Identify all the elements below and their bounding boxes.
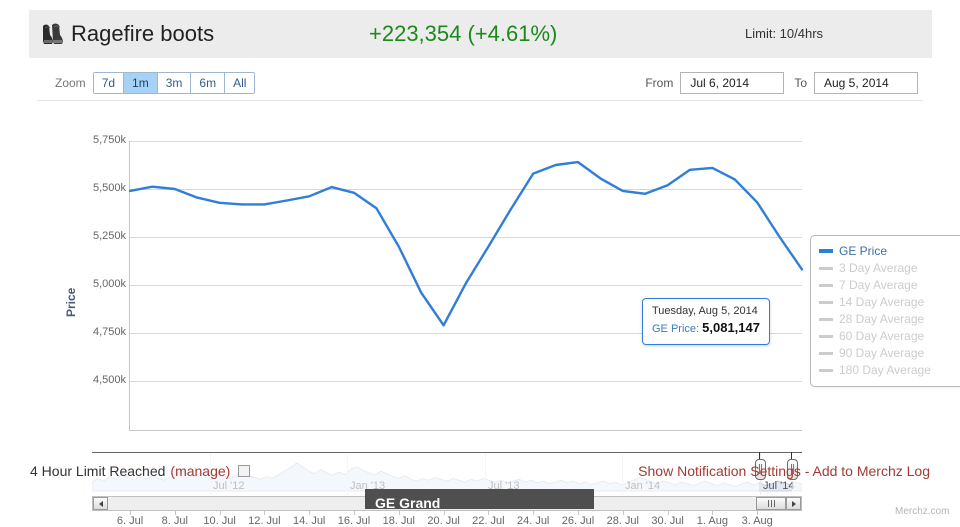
x-tick-label: 16. Jul (337, 515, 371, 527)
legend-swatch-icon (819, 300, 833, 304)
limit-status-text: 4 Hour Limit Reached (30, 463, 166, 479)
limit-status: 4 Hour Limit Reached (manage) (30, 463, 251, 479)
legend-label: 60 Day Average (839, 329, 925, 343)
legend-label: 3 Day Average (839, 261, 918, 275)
add-to-merchz-log-link[interactable]: Add to Merchz Log (812, 463, 930, 479)
x-tick-label: 20. Jul (427, 515, 460, 527)
legend-label: 14 Day Average (839, 295, 925, 309)
y-tick-label: 5,000k (92, 278, 126, 290)
manage-link[interactable]: (manage) (170, 463, 230, 479)
range-button-1m[interactable]: 1m (124, 73, 158, 93)
tooltip-series-label: GE Price: (652, 323, 700, 335)
to-label: To (794, 76, 807, 90)
plot-area[interactable]: 5,750k 5,500k 5,250k 5,000k 4,750k 4,500… (93, 134, 804, 527)
ge-price-chart-page: Ragefire boots +223,354 (+4.61%) Limit: … (0, 0, 960, 527)
footer-links: Show Notification Settings - Add to Merc… (638, 463, 930, 479)
y-tick-label: 4,500k (92, 374, 126, 386)
legend-item-ge-price[interactable]: GE Price (819, 243, 959, 259)
legend-swatch-icon (819, 351, 833, 355)
range-selector: Zoom 7d 1m 3m 6m All (55, 72, 256, 94)
legend-label: 90 Day Average (839, 346, 925, 360)
show-notification-settings-link[interactable]: Show Notification Settings (638, 463, 801, 479)
scroll-left-button[interactable] (93, 497, 108, 510)
limit-checkbox[interactable] (238, 465, 251, 477)
grip-icon (770, 500, 772, 507)
x-tick-label: 3. Aug (741, 515, 773, 527)
boots-icon (39, 19, 69, 49)
price-change: +223,354 (+4.61%) (369, 21, 558, 46)
legend-item-180-day-average[interactable]: 180 Day Average (819, 362, 959, 378)
x-tick-label: 8. Jul (161, 515, 188, 527)
y-tick-label: 5,500k (92, 182, 126, 194)
legend-swatch-icon (819, 368, 833, 372)
buy-limit-label: Limit: 10/4hrs (745, 26, 824, 41)
arrow-right-icon (791, 500, 796, 507)
header-divider (37, 100, 923, 101)
arrow-left-icon (98, 500, 103, 507)
x-tick-label: 1. Aug (696, 515, 728, 527)
item-header: Ragefire boots +223,354 (+4.61%) Limit: … (29, 10, 932, 58)
x-tick-label: 6. Jul (116, 515, 144, 527)
tooltip-value-row: GE Price: 5,081,147 (652, 319, 760, 338)
x-tick-label: 26. Jul (561, 515, 595, 527)
footer-separator: - (800, 463, 813, 479)
y-tick-label: 4,750k (92, 326, 126, 338)
bottom-toolbar: GE Grand (365, 489, 594, 509)
x-tick-label: 12. Jul (248, 515, 281, 527)
x-tick-label: 18. Jul (382, 515, 415, 527)
legend-label: 28 Day Average (839, 312, 925, 326)
chart-tooltip: Tuesday, Aug 5, 2014 GE Price: 5,081,147 (642, 298, 770, 345)
legend-item-90-day-average[interactable]: 90 Day Average (819, 345, 959, 361)
tooltip-value: 5,081,147 (702, 320, 760, 335)
scroll-right-button[interactable] (786, 497, 801, 510)
x-tick-label: 30. Jul (651, 515, 684, 527)
legend-swatch-icon (819, 266, 833, 270)
y-tick-label: 5,750k (92, 134, 126, 146)
legend-item-28-day-average[interactable]: 28 Day Average (819, 311, 959, 327)
legend-item-3-day-average[interactable]: 3 Day Average (819, 260, 959, 276)
navigator-label: Jul '14 (763, 480, 795, 492)
legend-swatch-icon (819, 249, 833, 253)
x-tick-label: 24. Jul (516, 515, 550, 527)
range-button-3m[interactable]: 3m (157, 73, 192, 93)
to-date-input[interactable] (814, 72, 918, 94)
tooltip-date: Tuesday, Aug 5, 2014 (652, 305, 758, 317)
x-tick-label: 28. Jul (606, 515, 639, 527)
chart-panel: Zoom 7d 1m 3m 6m All From To Price (29, 62, 960, 527)
legend-item-60-day-average[interactable]: 60 Day Average (819, 328, 959, 344)
range-button-all[interactable]: All (225, 73, 255, 93)
legend-swatch-icon (819, 334, 833, 338)
x-tick-label: 14. Jul (292, 515, 326, 527)
zoom-label: Zoom (55, 76, 86, 90)
range-button-6m[interactable]: 6m (191, 73, 226, 93)
legend-label: 180 Day Average (839, 363, 931, 377)
legend-item-14-day-average[interactable]: 14 Day Average (819, 294, 959, 310)
legend-swatch-icon (819, 317, 833, 321)
x-tick-label: 10. Jul (203, 515, 236, 527)
legend-swatch-icon (819, 283, 833, 287)
item-title: Ragefire boots (71, 21, 215, 46)
range-buttons: 7d 1m 3m 6m All (92, 72, 256, 94)
legend-item-7-day-average[interactable]: 7 Day Average (819, 277, 959, 293)
date-range-controls: From To (645, 72, 918, 94)
y-axis-title: Price (64, 287, 78, 317)
chart-legend: GE Price 3 Day Average 7 Day Average 14 … (810, 235, 960, 387)
legend-label: 7 Day Average (839, 278, 918, 292)
range-button-7d[interactable]: 7d (93, 73, 125, 93)
from-label: From (645, 76, 674, 90)
y-tick-label: 5,250k (92, 230, 126, 242)
price-series-line (128, 160, 804, 327)
x-tick-label: 22. Jul (472, 515, 505, 527)
bottom-toolbar-text: GE Grand (375, 495, 441, 509)
scrollbar-thumb[interactable] (756, 497, 786, 510)
from-date-input[interactable] (680, 72, 785, 94)
watermark: Merchz.com (895, 506, 950, 517)
legend-label: GE Price (839, 244, 888, 258)
